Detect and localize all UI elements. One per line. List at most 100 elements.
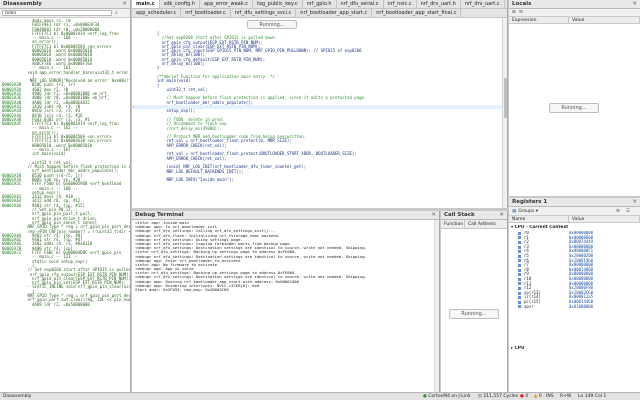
editor-tab[interactable]: nrf_drv_uart.c: [461, 0, 505, 8]
editor-tab[interactable]: tag_public_key.c: [253, 0, 303, 8]
line-number: [140, 178, 152, 182]
registers-col-value[interactable]: Value: [569, 216, 640, 222]
close-icon[interactable]: ✕: [431, 212, 436, 218]
register-icon: [518, 245, 521, 249]
editor-tab[interactable]: nrf_bootloader_app_start.c: [296, 9, 373, 17]
status-rw: R+W: [560, 394, 572, 399]
code-line[interactable]: NRF_LOG_INFO("Inside main");: [132, 177, 502, 182]
groups-label: Groups: [518, 208, 535, 214]
debug-terminal-title: Debug Terminal: [135, 212, 184, 218]
register-icon: [518, 277, 521, 281]
register-icon: [518, 259, 521, 263]
editor-tab[interactable]: sdk_config.h: [160, 0, 200, 8]
debug-terminal-output[interactable]: <info> app: Inside main <debug> app: In n…: [132, 221, 434, 392]
disassembly-line[interactable]: 4AD9 ldr r2, =0x50000000: [2, 302, 130, 307]
editor-code[interactable]: { //Set exp8266 start after GPIO15 is pu…: [132, 30, 502, 208]
editor-tab[interactable]: nrf_gpio.h: [303, 0, 337, 8]
code-text: uint32_t ret_val;: [152, 86, 208, 92]
editor-tab[interactable]: nrf_drv_uart.h: [417, 0, 461, 8]
locals-col-value[interactable]: Value: [569, 17, 640, 23]
status-errors[interactable]: ● 0: [520, 393, 534, 400]
locals-title-bar: Locals ✕: [509, 0, 640, 9]
search-icon[interactable]: ⌕: [115, 10, 118, 16]
status-mode: INS: [546, 394, 554, 399]
terminal-line: Start addr: 0x2F053, new_msp: 0x20003C68: [135, 287, 229, 292]
collapse-all-icon[interactable]: ⊟: [519, 10, 523, 15]
disassembly-source: -- STATIC_INLINE void nrf_gpio_pin_clear…: [25, 284, 131, 290]
editor-running-indicator: Running...: [247, 20, 297, 29]
editor-tab[interactable]: nrf_bootloader.c: [181, 9, 231, 17]
registers-title: Registers 1: [512, 199, 548, 205]
register-icon: [518, 305, 521, 309]
locals-toolbar: ⊞ ⊟: [509, 9, 640, 17]
disassembly-source: int main(void): [32, 151, 66, 157]
grid-icon: ▦: [512, 208, 517, 214]
editor-scrollbar[interactable]: [502, 18, 507, 208]
disassembly-address: [2, 303, 32, 307]
groups-dropdown[interactable]: ▦ Groups ▾: [512, 209, 538, 214]
editor-tab[interactable]: nrf_error.h: [505, 0, 507, 8]
debug-terminal-panel: Debug Terminal ✕ <info> app: Inside main…: [132, 211, 440, 392]
close-icon[interactable]: ✕: [122, 1, 127, 7]
locals-column-header: Expression Value: [509, 17, 640, 24]
registers-panel: Registers 1 ✕ ▦ Groups ▾ ⚙ ☰ Name Value ▾…: [509, 198, 640, 392]
disassembly-listing[interactable]: 4682 movs r2, r0 F8CFF0E1 ldr r1, =0x000…: [0, 19, 131, 392]
registers-group-cpu[interactable]: ▸ CPU: [509, 346, 640, 352]
call-stack-title-bar: Call Stack ✕: [441, 211, 507, 220]
register-icon: [518, 250, 521, 254]
register-icon: [518, 268, 521, 272]
register-icon: [518, 236, 521, 240]
call-stack-col-function[interactable]: Function: [441, 220, 465, 228]
code-text: APP_ERROR_CHECK(ret_val);: [152, 155, 227, 161]
editor-tab[interactable]: nrf_dfu_serial.c: [337, 0, 384, 8]
register-icon: [518, 286, 521, 290]
register-icon: [518, 273, 521, 277]
disassembly-filter-input[interactable]: main: [2, 10, 112, 16]
status-cycles-value: 211,557 Cycles: [483, 394, 519, 399]
editor-tab[interactable]: nrf_dfu_settings_svci.c: [231, 9, 297, 17]
editor-tab[interactable]: app_scheduler.c: [132, 9, 182, 17]
registers-list[interactable]: r0 0x00000000 r1 0x00000000 r2 0x00074449 r3 0x…: [509, 231, 640, 341]
status-connection[interactable]: ● CortexM4 on J-Link: [423, 393, 478, 400]
code-gutter: [132, 178, 140, 182]
call-stack-column-header: Function Call Address: [441, 220, 507, 229]
register-icon: [518, 300, 521, 304]
expand-all-icon[interactable]: ⊞: [512, 10, 516, 15]
status-cycles: ◷ 211,557 Cycles: [478, 393, 520, 400]
debug-terminal-title-bar: Debug Terminal ✕: [132, 211, 439, 220]
registers-group-cpu-title: CPU: [514, 346, 525, 351]
registers-toolbar: ▦ Groups ▾ ⚙ ☰: [509, 207, 640, 216]
locals-panel: Locals ✕ ⊞ ⊟ Expression Value Running...: [509, 0, 640, 196]
register-row[interactable]: xpsr 0x61000000: [509, 303, 640, 310]
code-text: nrf_bootloader_mbr_addrs_populate();: [152, 99, 254, 105]
locals-col-expression[interactable]: Expression: [509, 17, 569, 23]
registers-col-name[interactable]: Name: [509, 216, 569, 222]
scrollbar-thumb[interactable]: [504, 78, 507, 118]
editor-tab[interactable]: nrf_nvic.c: [384, 0, 417, 8]
close-icon[interactable]: ✕: [632, 199, 637, 205]
register-icon: [518, 296, 521, 300]
settings-icon[interactable]: ⚙: [616, 209, 620, 214]
disassembly-source: static void setup_exp(): [32, 258, 88, 264]
editor-panel: main.c sdk_config.h app_error_weak.c tag_pu…: [132, 0, 508, 208]
register-name-text: xpsr: [524, 303, 534, 309]
terminal-scrollbar[interactable]: [434, 220, 439, 392]
close-icon[interactable]: ✕: [499, 212, 504, 218]
register-icon: [518, 263, 521, 267]
code-text: //nrf_delay_ms(45000);: [152, 125, 220, 131]
filter-icon[interactable]: ☰: [626, 209, 630, 214]
register-name: xpsr: [509, 303, 569, 310]
register-icon: [518, 282, 521, 286]
call-stack-col-address[interactable]: Call Address: [465, 220, 507, 228]
editor-tab[interactable]: main.c: [132, 0, 160, 8]
status-warnings[interactable]: ▲ 0: [534, 393, 546, 400]
close-icon[interactable]: ✕: [632, 1, 637, 7]
editor-tab[interactable]: nrf_bootloader_app_start_final.c: [372, 9, 462, 17]
code-text: setup_exp();: [152, 108, 196, 114]
disassembly-toolbar: main ⌕: [0, 9, 130, 18]
locals-title: Locals: [512, 1, 532, 7]
status-bar: Disassembly ● CortexM4 on J-Link ◷ 211,5…: [0, 392, 640, 400]
register-icon: [518, 240, 521, 244]
editor-tab[interactable]: app_error_weak.c: [200, 0, 253, 8]
disassembly-source: void app_error_handler_bare(uint32_t err…: [27, 69, 131, 75]
